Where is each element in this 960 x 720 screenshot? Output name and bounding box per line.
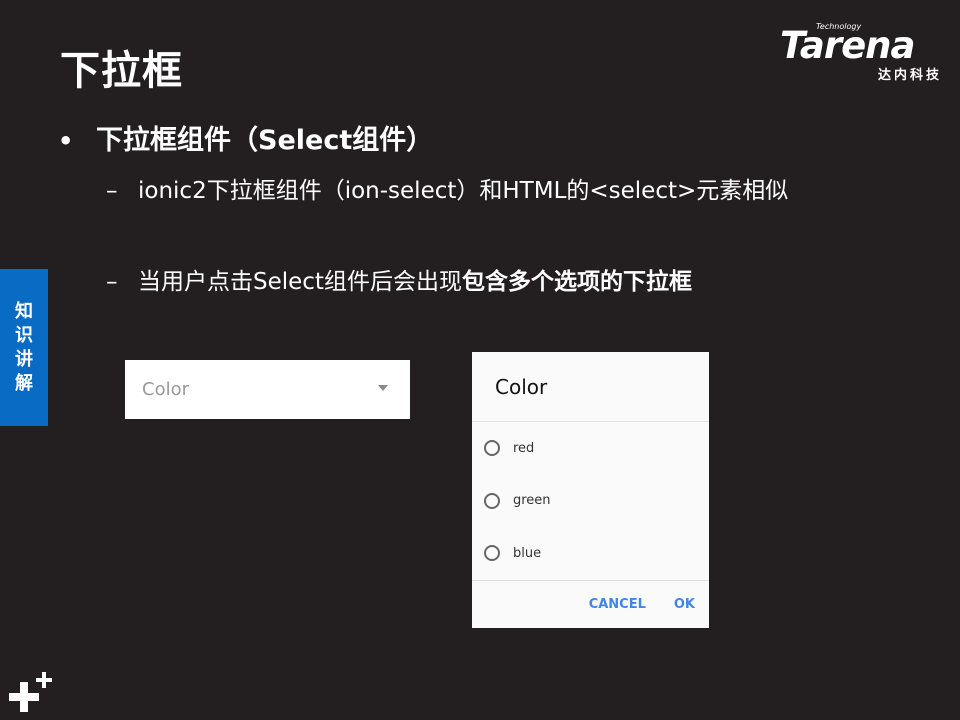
option-label: green bbox=[513, 493, 551, 509]
dialog-title: Color bbox=[495, 374, 548, 399]
bullet-dot-icon: • bbox=[58, 127, 74, 155]
logo-chinese-text: 达内科技 bbox=[877, 68, 942, 83]
logo-wordmark: Tarena bbox=[780, 24, 915, 67]
select-dialog: Color red green blue CANCEL OK bbox=[472, 352, 709, 628]
select-label: Color bbox=[142, 379, 189, 400]
sub-bullet-1-text: ionic2下拉框组件（ion-select）和HTML的<select>元素相… bbox=[138, 178, 789, 204]
radio-icon[interactable] bbox=[484, 440, 500, 457]
side-tab-char: 讲 bbox=[15, 348, 33, 370]
dash-icon: – bbox=[106, 269, 118, 295]
sub-bullet-1: – ionic2下拉框组件（ion-select）和HTML的<select>元… bbox=[106, 171, 868, 212]
dialog-header: Color bbox=[472, 352, 709, 422]
side-tab-knowledge: 知 识 讲 解 bbox=[0, 269, 48, 426]
radio-icon[interactable] bbox=[484, 492, 500, 509]
color-select[interactable]: Color bbox=[125, 360, 410, 419]
option-red[interactable]: red bbox=[472, 422, 709, 475]
sub-bullet-2-text: 当用户点击Select组件后会出现包含多个选项的下拉框 bbox=[138, 262, 868, 303]
caret-down-icon bbox=[378, 384, 388, 391]
side-tab-char: 识 bbox=[15, 324, 33, 346]
plus-logo-icon bbox=[9, 672, 52, 712]
main-bullet: • 下拉框组件（Select组件） bbox=[58, 118, 433, 157]
slide-title: 下拉框 bbox=[60, 48, 183, 94]
tarena-logo: Technology Tarena 达内科技 bbox=[778, 22, 948, 83]
option-label: red bbox=[513, 440, 535, 456]
side-tab-char: 知 bbox=[15, 300, 33, 322]
radio-icon[interactable] bbox=[484, 545, 500, 562]
sub-bullet-2: – 当用户点击Select组件后会出现包含多个选项的下拉框 bbox=[106, 262, 868, 303]
dash-icon: – bbox=[106, 178, 118, 204]
sub-bullet-2-plain: 当用户点击Select组件后会出现 bbox=[138, 269, 462, 295]
ok-button[interactable]: OK bbox=[674, 597, 695, 612]
option-blue[interactable]: blue bbox=[472, 527, 709, 580]
cancel-button[interactable]: CANCEL bbox=[589, 597, 646, 612]
option-label: blue bbox=[513, 545, 542, 561]
dialog-footer: CANCEL OK bbox=[472, 580, 709, 628]
main-bullet-text: 下拉框组件（Select组件） bbox=[96, 125, 434, 156]
option-green[interactable]: green bbox=[472, 475, 709, 528]
sub-bullet-2-bold: 包含多个选项的下拉框 bbox=[461, 269, 692, 295]
side-tab-char: 解 bbox=[15, 372, 33, 394]
